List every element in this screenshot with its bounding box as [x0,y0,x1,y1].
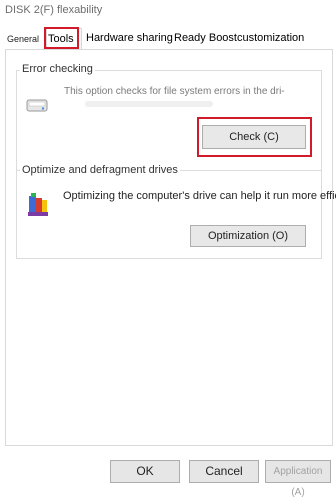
tab-hardware-sharing[interactable]: Hardware sharing [86,32,173,44]
optimization-button[interactable]: Optimization (O) [190,225,306,247]
apply-button[interactable]: Application (A) [265,460,331,498]
tab-ready-boost[interactable]: Ready Boost [174,32,237,44]
tab-tools[interactable]: Tools [46,28,82,51]
tab-general[interactable]: General [7,34,39,44]
tab-tools-label: Tools [48,33,74,45]
window-title: DISK 2(F) flexability [5,4,103,16]
drive-icon [26,97,48,113]
error-checking-description: This option checks for file system error… [64,86,285,97]
error-checking-group: Error checking This option checks for fi… [16,63,322,174]
title-bar: DISK 2(F) flexability [0,0,336,22]
cancel-button[interactable]: Cancel [189,460,259,483]
error-checking-title: Error checking [20,63,95,75]
tab-strip: General Tools Hardware sharing Ready Boo… [0,28,336,51]
optimize-description: Optimizing the computer's drive can help… [63,190,336,202]
tab-customization[interactable]: customization [237,32,304,44]
tools-panel: Error checking This option checks for fi… [5,49,336,446]
optimize-group: Optimize and defragment drives Optimizin… [16,164,336,259]
optimize-title: Optimize and defragment drives [20,164,180,176]
check-button-label: Check (C) [229,131,279,143]
ok-button[interactable]: OK [110,460,180,483]
blurred-text [85,101,213,107]
check-button[interactable]: Check (C) [202,125,306,149]
optimization-button-label: Optimization (O) [207,230,289,242]
defrag-icon [26,192,50,218]
